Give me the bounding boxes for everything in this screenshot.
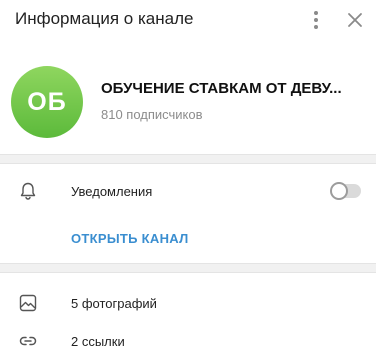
header-bar: Информация о канале bbox=[0, 0, 376, 40]
notifications-label: Уведомления bbox=[71, 184, 153, 199]
close-icon[interactable] bbox=[345, 10, 365, 30]
section-divider bbox=[0, 154, 376, 164]
subscriber-count: 810 подписчиков bbox=[101, 107, 203, 122]
link-icon bbox=[18, 331, 38, 351]
avatar: ОБ bbox=[11, 66, 83, 138]
notifications-toggle[interactable] bbox=[330, 182, 361, 200]
photo-icon bbox=[18, 293, 38, 313]
bell-icon bbox=[18, 181, 38, 201]
header-title: Информация о канале bbox=[15, 9, 194, 28]
channel-name: ОБУЧЕНИЕ СТАВКАМ ОТ ДЕВУ... bbox=[101, 80, 342, 97]
open-channel-link[interactable]: ОТКРЫТЬ КАНАЛ bbox=[71, 231, 189, 246]
avatar-initials: ОБ bbox=[27, 87, 67, 116]
links-label[interactable]: 2 ссылки bbox=[71, 334, 125, 349]
section-divider bbox=[0, 263, 376, 273]
more-vertical-icon[interactable] bbox=[308, 10, 324, 30]
toggle-knob bbox=[330, 182, 348, 200]
photos-label[interactable]: 5 фотографий bbox=[71, 296, 157, 311]
